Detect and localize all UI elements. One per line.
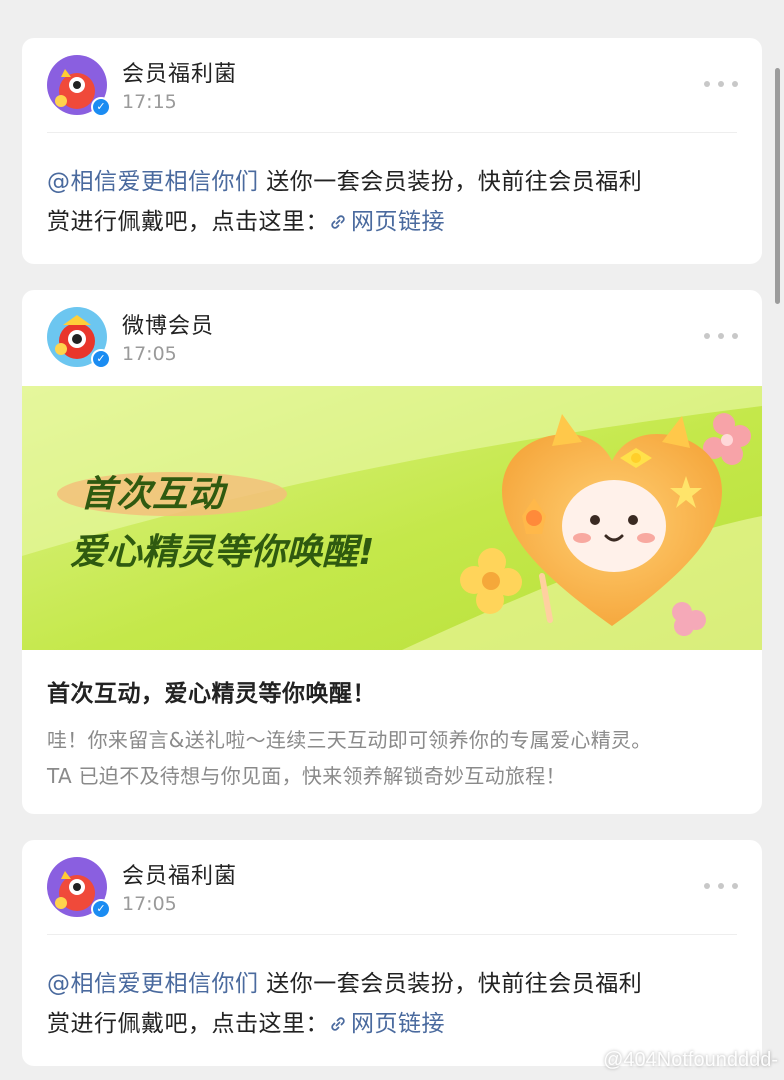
promo-banner-image: 首次互动 爱心精灵等你唤醒! xyxy=(22,386,762,650)
web-link[interactable]: 网页链接 xyxy=(329,1011,445,1037)
verified-badge-icon: ✓ xyxy=(91,349,111,369)
banner-headline-1: 首次互动 xyxy=(80,474,229,515)
promo-banner[interactable]: 首次互动 爱心精灵等你唤醒! xyxy=(22,386,762,650)
watermark: @404Notfoundddd- xyxy=(603,1049,778,1071)
banner-headline-2: 爱心精灵等你唤醒! xyxy=(70,532,374,573)
sender-name[interactable]: 微博会员 xyxy=(122,308,214,340)
message-card-2: ✓ 微博会员 17:05 首次互动 爱心精灵等你唤醒! 首次互动，爱心精灵等你唤… xyxy=(22,290,762,814)
divider xyxy=(47,934,737,935)
verified-badge-icon: ✓ xyxy=(91,97,111,117)
message-card-3: ✓ 会员福利菌 17:05 @相信爱更相信你们 送你一套会员装扮，快前往会员福利… xyxy=(22,840,762,1066)
link-chain-icon xyxy=(331,1017,345,1031)
more-dots-icon[interactable] xyxy=(704,74,738,94)
message-line2: 赏进行佩戴吧，点击这里： xyxy=(47,1011,329,1037)
post-time: 17:15 xyxy=(122,91,177,113)
description-line-2: TA 已迫不及待想与你见面，快来领养解锁奇妙互动旅程！ xyxy=(47,764,566,788)
more-dots-icon[interactable] xyxy=(704,876,738,896)
sender-avatar[interactable]: ✓ xyxy=(47,55,111,117)
mention-link[interactable]: @相信爱更相信你们 xyxy=(47,971,259,997)
card-header: ✓ 会员福利菌 17:05 xyxy=(22,840,762,934)
sender-name[interactable]: 会员福利菌 xyxy=(122,858,237,890)
scrollbar[interactable] xyxy=(775,68,780,304)
web-link-label: 网页链接 xyxy=(351,1011,445,1037)
web-link-label: 网页链接 xyxy=(351,209,445,235)
message-text: @相信爱更相信你们 送你一套会员装扮，快前往会员福利 赏进行佩戴吧，点击这里： 网… xyxy=(47,964,732,1044)
message-card-1: ✓ 会员福利菌 17:15 @相信爱更相信你们 送你一套会员装扮，快前往会员福利… xyxy=(22,38,762,264)
message-line1: 送你一套会员装扮，快前往会员福利 xyxy=(258,971,643,997)
post-title[interactable]: 首次互动，爱心精灵等你唤醒！ xyxy=(47,674,376,708)
divider xyxy=(47,132,737,133)
message-feed: ✓ 会员福利菌 17:15 @相信爱更相信你们 送你一套会员装扮，快前往会员福利… xyxy=(0,0,784,1080)
verified-badge-icon: ✓ xyxy=(91,899,111,919)
web-link[interactable]: 网页链接 xyxy=(329,209,445,235)
mention-link[interactable]: @相信爱更相信你们 xyxy=(47,169,259,195)
card-header: ✓ 微博会员 17:05 xyxy=(22,290,762,384)
message-line2: 赏进行佩戴吧，点击这里： xyxy=(47,209,329,235)
more-dots-icon[interactable] xyxy=(704,326,738,346)
message-text: @相信爱更相信你们 送你一套会员装扮，快前往会员福利 赏进行佩戴吧，点击这里： 网… xyxy=(47,162,732,242)
sender-avatar[interactable]: ✓ xyxy=(47,857,111,919)
card-header: ✓ 会员福利菌 17:15 xyxy=(22,38,762,132)
message-line1: 送你一套会员装扮，快前往会员福利 xyxy=(258,169,643,195)
post-time: 17:05 xyxy=(122,343,177,365)
post-time: 17:05 xyxy=(122,893,177,915)
post-description: 哇！你来留言&送礼啦～连续三天互动即可领养你的专属爱心精灵。 TA 已迫不及待想… xyxy=(47,722,742,794)
link-chain-icon xyxy=(331,215,345,229)
description-line-1: 哇！你来留言&送礼啦～连续三天互动即可领养你的专属爱心精灵。 xyxy=(47,728,652,752)
sender-avatar[interactable]: ✓ xyxy=(47,307,111,369)
sender-name[interactable]: 会员福利菌 xyxy=(122,56,237,88)
